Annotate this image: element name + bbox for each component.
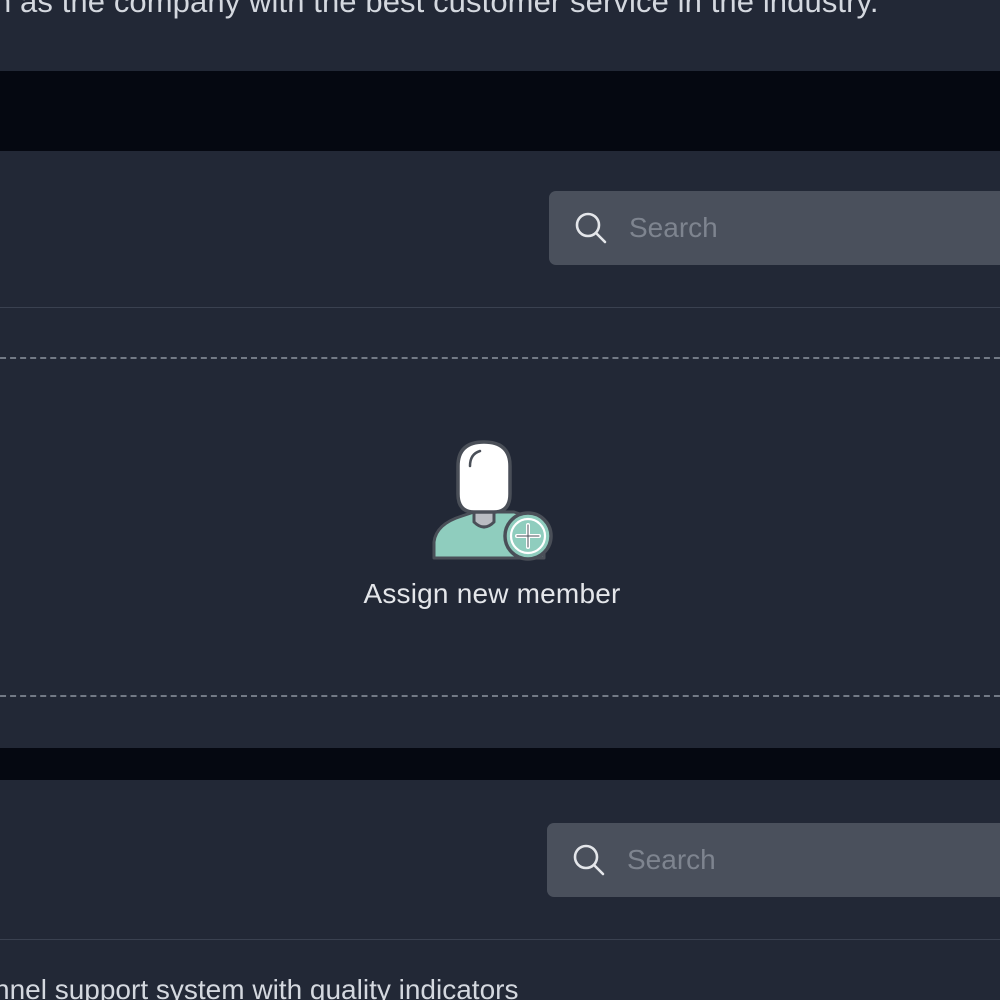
section-divider [0,71,1000,151]
intro-text: n as the company with the best customer … [0,0,879,19]
search-box[interactable] [549,191,1000,265]
search-input[interactable] [627,823,1000,897]
page: n as the company with the best customer … [0,0,1000,1000]
search-icon [575,212,607,244]
section-divider [0,748,1000,780]
panel-description: nnel support system with quality indicat… [0,974,519,1000]
add-user-icon[interactable] [432,440,554,564]
search-icon [573,844,605,876]
search-input[interactable] [629,191,1000,265]
search-box[interactable] [547,823,1000,897]
assign-member-label[interactable]: Assign new member [300,578,684,610]
support-panel-header [0,781,1000,940]
team-panel-header [0,151,1000,308]
